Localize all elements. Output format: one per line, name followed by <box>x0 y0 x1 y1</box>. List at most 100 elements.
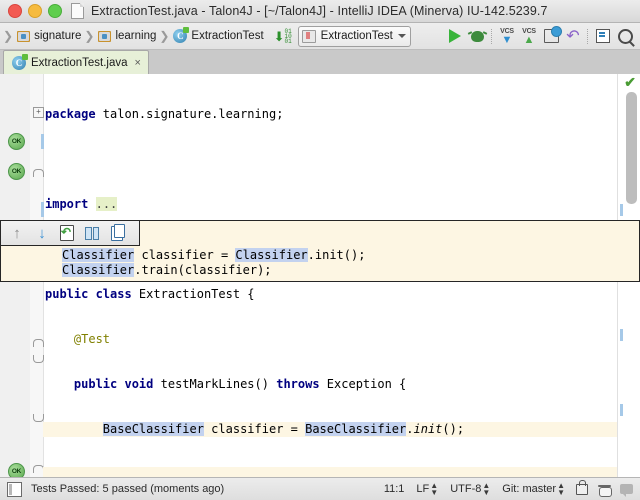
play-icon <box>449 29 461 43</box>
vcs-update-button[interactable]: VCS ▼ <box>496 25 518 47</box>
breadcrumb-item-learning[interactable]: learning <box>96 23 158 49</box>
undo-button[interactable]: ↶ <box>562 25 584 47</box>
breadcrumb-separator-0: ❯ <box>3 29 14 43</box>
arrow-up-icon: ▲ <box>523 33 535 46</box>
vcs-update-icon: VCS ▼ <box>500 28 514 46</box>
package-folder-icon <box>98 30 112 42</box>
breadcrumb-label-learning: learning <box>115 30 157 42</box>
code-editor[interactable]: OK OK OK package talon.signature.learnin… <box>0 74 640 478</box>
popup-code-line: Classifier classifier = Classifier.init(… <box>62 248 366 262</box>
run-config-icon <box>301 29 316 43</box>
updown-arrows-icon: ▲ ▼ <box>430 481 439 497</box>
next-difference-button[interactable]: ↓ <box>31 223 53 244</box>
inspection-ok-icon[interactable]: ✔ <box>624 75 636 89</box>
java-class-icon: C <box>12 54 28 70</box>
breadcrumb-label-extractiontest: ExtractionTest <box>191 30 264 42</box>
chevron-down-icon <box>397 34 406 38</box>
breadcrumb-separator-2: ❯ <box>159 29 170 43</box>
window-controls <box>0 4 62 18</box>
java-class-icon: C <box>173 27 190 43</box>
search-icon <box>617 28 633 44</box>
debug-button[interactable] <box>466 25 488 47</box>
git-branch-label: Git: master <box>502 483 557 495</box>
marker-change-stripe-3 <box>620 404 623 416</box>
arrow-down-icon: ▼ <box>501 33 513 46</box>
marker-change-stripe-2 <box>620 329 623 341</box>
run-test-method-icon[interactable]: OK <box>8 163 25 180</box>
zoom-button[interactable] <box>48 4 62 18</box>
toolbar-divider-2 <box>587 28 589 44</box>
status-bar: Tests Passed: 5 passed (moments ago) 11:… <box>0 477 640 500</box>
show-diff-button[interactable] <box>81 223 103 244</box>
close-icon[interactable]: × <box>133 57 141 69</box>
updown-arrows-icon: ▲ ▼ <box>557 481 565 497</box>
run-test-class-icon[interactable]: OK <box>8 133 25 150</box>
code-line: BaseClassifier classifier = BaseClassifi… <box>43 422 618 437</box>
run-config-label: ExtractionTest <box>320 30 393 42</box>
code-line: @Test <box>73 332 111 346</box>
popup-code-line: Classifier.train(classifier); <box>62 263 272 277</box>
arrow-down-icon: ↓ <box>38 224 46 242</box>
editor-scrollbar-thumb[interactable] <box>626 92 637 204</box>
package-folder-icon <box>17 30 31 42</box>
editor-tab-label: ExtractionTest.java <box>31 57 128 69</box>
compare-files-icon <box>85 227 99 240</box>
marker-change-stripe <box>620 204 623 216</box>
navigation-toolbar: ❯ signature ❯ learning ❯ C ExtractionTes… <box>0 23 640 50</box>
undo-arrow-icon: ↶ <box>566 26 580 45</box>
code-line: public class ExtractionTest { <box>45 287 255 301</box>
settings-grid-icon <box>596 29 610 43</box>
document-proxy-icon[interactable] <box>71 3 84 19</box>
breadcrumb-separator-1: ❯ <box>84 29 95 43</box>
search-everywhere-button[interactable] <box>614 25 636 47</box>
editor-tab-bar: C ExtractionTest.java × <box>0 50 640 76</box>
run-test-method-icon-2[interactable]: OK <box>8 463 25 478</box>
revert-icon <box>60 225 74 241</box>
previous-difference-button[interactable]: ↑ <box>6 223 28 244</box>
bug-icon <box>470 30 484 42</box>
git-branch-widget[interactable]: Git: master ▲ ▼ <box>496 481 571 497</box>
popup-toolbar: ↑ ↓ <box>1 221 140 246</box>
arrow-up-icon: ↑ <box>13 224 21 242</box>
updown-arrows-icon: ▲ ▼ <box>482 481 491 497</box>
toolbar-divider <box>491 28 493 44</box>
close-button[interactable] <box>8 4 22 18</box>
breadcrumb-item-signature[interactable]: signature <box>15 23 83 49</box>
toolbar-actions: VCS ▼ VCS ▲ ↶ <box>444 25 640 47</box>
run-configuration-selector[interactable]: ExtractionTest <box>297 25 411 47</box>
encoding-selector[interactable]: UTF-8 ▲ ▼ <box>444 481 496 497</box>
minimize-button[interactable] <box>28 4 42 18</box>
code-line: public void testMarkLines() throws Excep… <box>73 377 407 391</box>
copy-icon <box>111 223 125 241</box>
history-clock-icon <box>543 26 562 43</box>
vcs-history-button[interactable] <box>540 25 562 47</box>
hector-inspection-icon[interactable] <box>598 483 612 497</box>
lock-icon[interactable] <box>576 479 588 495</box>
encoding-label: UTF-8 <box>450 483 482 495</box>
line-separator-selector[interactable]: LF ▲ ▼ <box>410 481 444 497</box>
status-message[interactable]: Tests Passed: 5 passed (moments ago) <box>22 483 224 495</box>
code-line: import ... <box>45 197 118 211</box>
code-line: package talon.signature.learning; <box>45 107 284 121</box>
revert-change-button[interactable] <box>56 223 78 244</box>
window-title: ExtractionTest.java - Talon4J - [~/Talon… <box>91 4 548 18</box>
breadcrumb-label-signature: signature <box>34 30 82 42</box>
line-separator-label: LF <box>416 483 430 495</box>
caret-position[interactable]: 11:1 <box>378 483 411 495</box>
copy-to-clipboard-button[interactable] <box>106 223 128 244</box>
vcs-commit-button[interactable]: VCS ▲ <box>518 25 540 47</box>
popup-diff-content: Classifier classifier = Classifier.init(… <box>1 246 639 281</box>
vcs-commit-icon: VCS ▲ <box>522 28 536 46</box>
notifications-icon[interactable] <box>620 484 633 497</box>
arrow-down-icon: ⬇ <box>273 28 285 44</box>
toggle-toolwindows-icon[interactable] <box>7 481 22 497</box>
settings-button[interactable] <box>592 25 614 47</box>
run-button[interactable] <box>444 25 466 47</box>
editor-tab-extractiontest[interactable]: C ExtractionTest.java × <box>3 50 149 75</box>
breadcrumb-item-extractiontest[interactable]: C ExtractionTest <box>171 23 265 49</box>
intellij-idea-window: ExtractionTest.java - Talon4J - [~/Talon… <box>0 0 640 500</box>
local-history-diff-popup[interactable]: ↑ ↓ Classifier classifier = Classifier.i… <box>0 220 640 282</box>
binary-digits-icon: 01 10 01 <box>284 27 292 45</box>
select-in-editor-button[interactable]: ⬇ 01 10 01 <box>272 25 294 47</box>
